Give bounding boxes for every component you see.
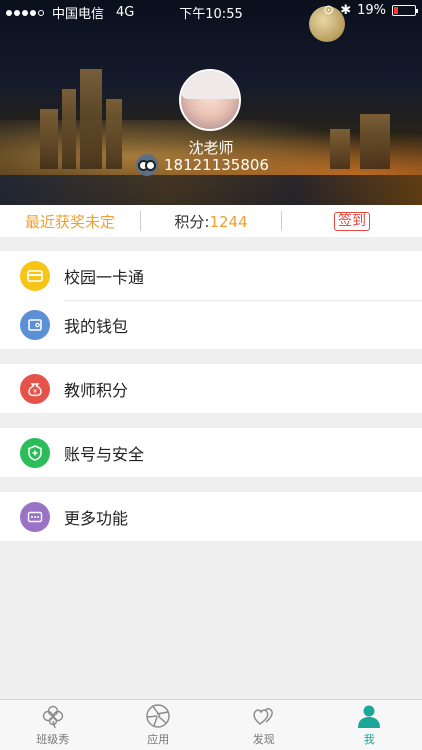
menu-item-teacher-points[interactable]: ¥ 教师积分 [0, 364, 422, 413]
battery-icon [392, 5, 418, 16]
tab-label: 我 [363, 733, 375, 746]
avatar[interactable] [179, 69, 241, 131]
menu-item-label: 账号与安全 [64, 444, 145, 464]
signin-cell: 签到 [282, 211, 422, 231]
tab-me[interactable]: 我 [317, 700, 422, 750]
tab-label: 应用 [147, 733, 170, 746]
phone-row: 18121135806 [136, 154, 269, 176]
tab-label: 班级秀 [36, 733, 70, 746]
more-icon [20, 501, 50, 532]
menu-group-points: ¥ 教师积分 [0, 364, 422, 413]
menu-item-more[interactable]: 更多功能 [0, 492, 422, 541]
menu-item-campus-card[interactable]: 校园一卡通 [0, 251, 422, 300]
tab-label: 发现 [252, 733, 275, 746]
menu-group-account: 账号与安全 [0, 428, 422, 477]
menu-item-label: 更多功能 [64, 508, 129, 528]
skyline-building [106, 99, 122, 169]
menu-item-label: 教师积分 [64, 380, 129, 400]
aperture-icon [146, 704, 170, 728]
menu-item-label: 校园一卡通 [64, 267, 145, 287]
status-bar: 中国电信 4G 下午10:55 ⊙ ✱ 19% [0, 0, 422, 22]
wallet-icon [20, 309, 50, 340]
bluetooth-icon: ✱ [340, 3, 352, 18]
user-phone: 18121135806 [164, 156, 269, 174]
menu-item-account-security[interactable]: 账号与安全 [0, 428, 422, 477]
tab-bar: 班级秀 应用 发现 我 [0, 699, 422, 750]
battery-percent: 19% [357, 3, 386, 18]
menu-group-more: 更多功能 [0, 492, 422, 541]
person-icon [358, 705, 381, 728]
menu-group-cards: 校园一卡通 我的钱包 [0, 251, 422, 349]
rotation-lock-icon: ⊙ [323, 3, 335, 18]
card-icon [20, 260, 50, 291]
river [0, 175, 422, 205]
recent-award[interactable]: 最近获奖未定 [0, 211, 140, 232]
tab-apps[interactable]: 应用 [106, 700, 212, 750]
menu-item-label: 我的钱包 [64, 316, 129, 336]
money-bag-icon: ¥ [20, 373, 50, 404]
score-label: 积分: [174, 212, 210, 231]
profile-header: 中国电信 4G 下午10:55 ⊙ ✱ 19% 沈老师 18121135806 [0, 0, 422, 205]
score[interactable]: 积分:1244 [141, 211, 281, 232]
profile-page: 中国电信 4G 下午10:55 ⊙ ✱ 19% 沈老师 18121135806 … [0, 0, 422, 750]
owl-icon [136, 154, 158, 176]
shield-icon [20, 437, 50, 468]
menu-item-wallet[interactable]: 我的钱包 [0, 300, 422, 349]
tab-discover[interactable]: 发现 [211, 700, 317, 750]
hearts-icon [253, 708, 273, 725]
clover-icon [42, 705, 63, 729]
signin-button[interactable]: 签到 [334, 212, 370, 231]
svg-text:¥: ¥ [33, 388, 37, 395]
info-strip: 最近获奖未定 积分:1244 签到 [0, 205, 422, 237]
score-value: 1244 [209, 212, 248, 231]
tab-class-show[interactable]: 班级秀 [0, 700, 106, 750]
